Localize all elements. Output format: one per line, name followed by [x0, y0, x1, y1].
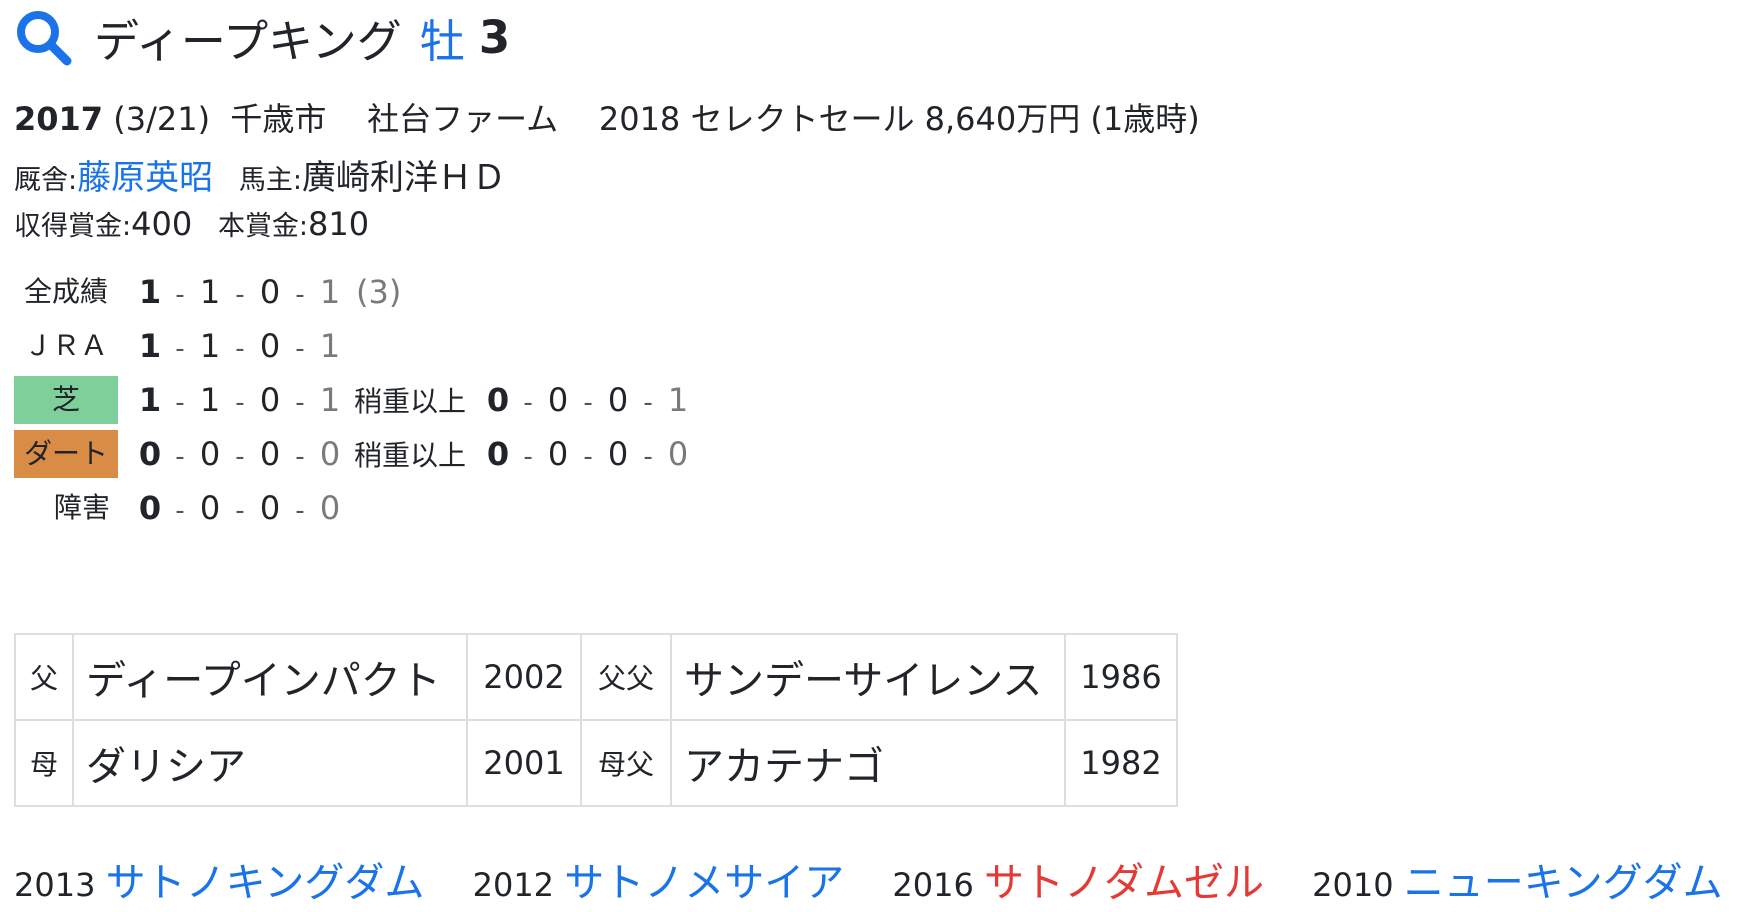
sire-sire-year: 1986 — [1064, 633, 1178, 721]
record-wins: 1 — [138, 273, 162, 311]
heavy-wins: 0 — [486, 381, 510, 419]
record-wins: 1 — [138, 327, 162, 365]
record-second: 0 — [199, 489, 221, 527]
record-third: 0 — [259, 273, 281, 311]
heavy-wins: 0 — [486, 435, 510, 473]
pedigree-table: 父 ディープインパクト 2002 父父 サンデーサイレンス 1986 母 ダリシ… — [14, 633, 1178, 807]
prize-info: 収得賞金:400 本賞金:810 — [14, 204, 369, 243]
record-third: 0 — [259, 381, 281, 419]
sibling-year: 2013 — [14, 866, 96, 904]
dam-sire-label: 母父 — [580, 719, 672, 807]
heavy-third: 0 — [607, 435, 629, 473]
sibling-item: 2013 サトノキングダム — [14, 860, 435, 906]
sire-label: 父 — [14, 633, 74, 721]
birth-year: 2017 — [14, 100, 104, 138]
sire-sire-label: 父父 — [580, 633, 672, 721]
record-second: 1 — [199, 327, 221, 365]
stable-info: 厩舎:藤原英昭 馬主:廣崎利洋ＨＤ — [14, 150, 506, 199]
record-third: 0 — [259, 489, 281, 527]
pedigree-row-dam: 母 ダリシア 2001 母父 アカテナゴ 1982 — [14, 719, 1178, 807]
record-second: 0 — [199, 435, 221, 473]
heavy-track-label: 稍重以上 — [354, 439, 467, 472]
dam-sire-name: アカテナゴ — [670, 719, 1066, 807]
record-other: 1 — [319, 381, 341, 419]
horse-header: ディープキング 牡 3 — [14, 2, 510, 72]
turf-label: 芝 — [14, 376, 118, 424]
record-wins: 1 — [138, 381, 162, 419]
prize-value: 810 — [308, 205, 370, 243]
sire-name: ディープインパクト — [72, 633, 468, 721]
sire-year: 2002 — [466, 633, 582, 721]
heavy-second: 0 — [547, 435, 569, 473]
owner-name: 廣崎利洋ＨＤ — [301, 158, 506, 198]
trainer-label: 厩舎: — [14, 165, 78, 196]
pedigree-row-sire: 父 ディープインパクト 2002 父父 サンデーサイレンス 1986 — [14, 633, 1178, 721]
record-other: 1 — [319, 327, 341, 365]
record-third: 0 — [259, 435, 281, 473]
earned-label: 収得賞金: — [14, 211, 132, 242]
sibling-year: 2012 — [472, 866, 555, 904]
sibling-link[interactable]: サトノダムゼル — [984, 860, 1264, 906]
sibling-link[interactable]: ニューキングダム — [1404, 860, 1723, 906]
sibling-link[interactable]: サトノキングダム — [106, 860, 425, 906]
heavy-track-label: 稍重以上 — [354, 385, 467, 418]
record-other: 1 — [319, 273, 341, 311]
sibling-item: 2010 ニューキングダム — [1312, 860, 1722, 906]
sibling-list: 2013 サトノキングダム 2012 サトノメサイア 2016 サトノダムゼル … — [14, 850, 1740, 908]
trainer-link[interactable]: 藤原英昭 — [77, 158, 213, 198]
sibling-year: 2016 — [892, 866, 974, 904]
sibling-link[interactable]: サトノメサイア — [564, 860, 844, 906]
record-label: 全成績 — [23, 275, 108, 308]
record-label: 障害 — [53, 491, 110, 524]
dam-name: ダリシア — [72, 719, 468, 807]
dam-sire-year: 1982 — [1064, 719, 1178, 807]
sale-info: 2018 セレクトセール 8,640万円 (1歳時) — [598, 100, 1200, 138]
search-icon[interactable] — [14, 8, 72, 66]
prize-label: 本賞金: — [217, 211, 309, 242]
horse-name: ディープキング — [94, 14, 402, 68]
horse-sex: 牡 — [419, 14, 465, 68]
sibling-item: 2012 サトノメサイア — [472, 860, 855, 906]
record-other: 0 — [319, 489, 341, 527]
sibling-year: 2010 — [1312, 866, 1394, 904]
birthplace: 千歳市 — [230, 100, 327, 138]
heavy-other: 1 — [667, 381, 689, 419]
record-wins: 0 — [138, 435, 162, 473]
record-second: 1 — [199, 273, 221, 311]
dam-label: 母 — [14, 719, 74, 807]
dirt-label: ダート — [14, 430, 118, 478]
birth-date: (3/21) — [113, 100, 211, 138]
record-label: ＪＲＡ — [23, 329, 108, 362]
sibling-item: 2016 サトノダムゼル — [892, 860, 1274, 906]
record-other: 0 — [319, 435, 341, 473]
birth-info: 2017 (3/21) 千歳市 社台ファーム 2018 セレクトセール 8,64… — [14, 94, 1200, 140]
dam-year: 2001 — [466, 719, 582, 807]
heavy-third: 0 — [607, 381, 629, 419]
owner-label: 馬主: — [238, 165, 302, 196]
record-total-races: (3) — [356, 273, 402, 311]
sire-sire-name: サンデーサイレンス — [670, 633, 1066, 721]
heavy-second: 0 — [547, 381, 569, 419]
heavy-other: 0 — [667, 435, 689, 473]
breeder: 社台ファーム — [367, 100, 559, 138]
record-second: 1 — [199, 381, 221, 419]
earned-value: 400 — [131, 205, 193, 243]
record-wins: 0 — [138, 489, 162, 527]
horse-age: 3 — [478, 10, 511, 64]
record-third: 0 — [259, 327, 281, 365]
